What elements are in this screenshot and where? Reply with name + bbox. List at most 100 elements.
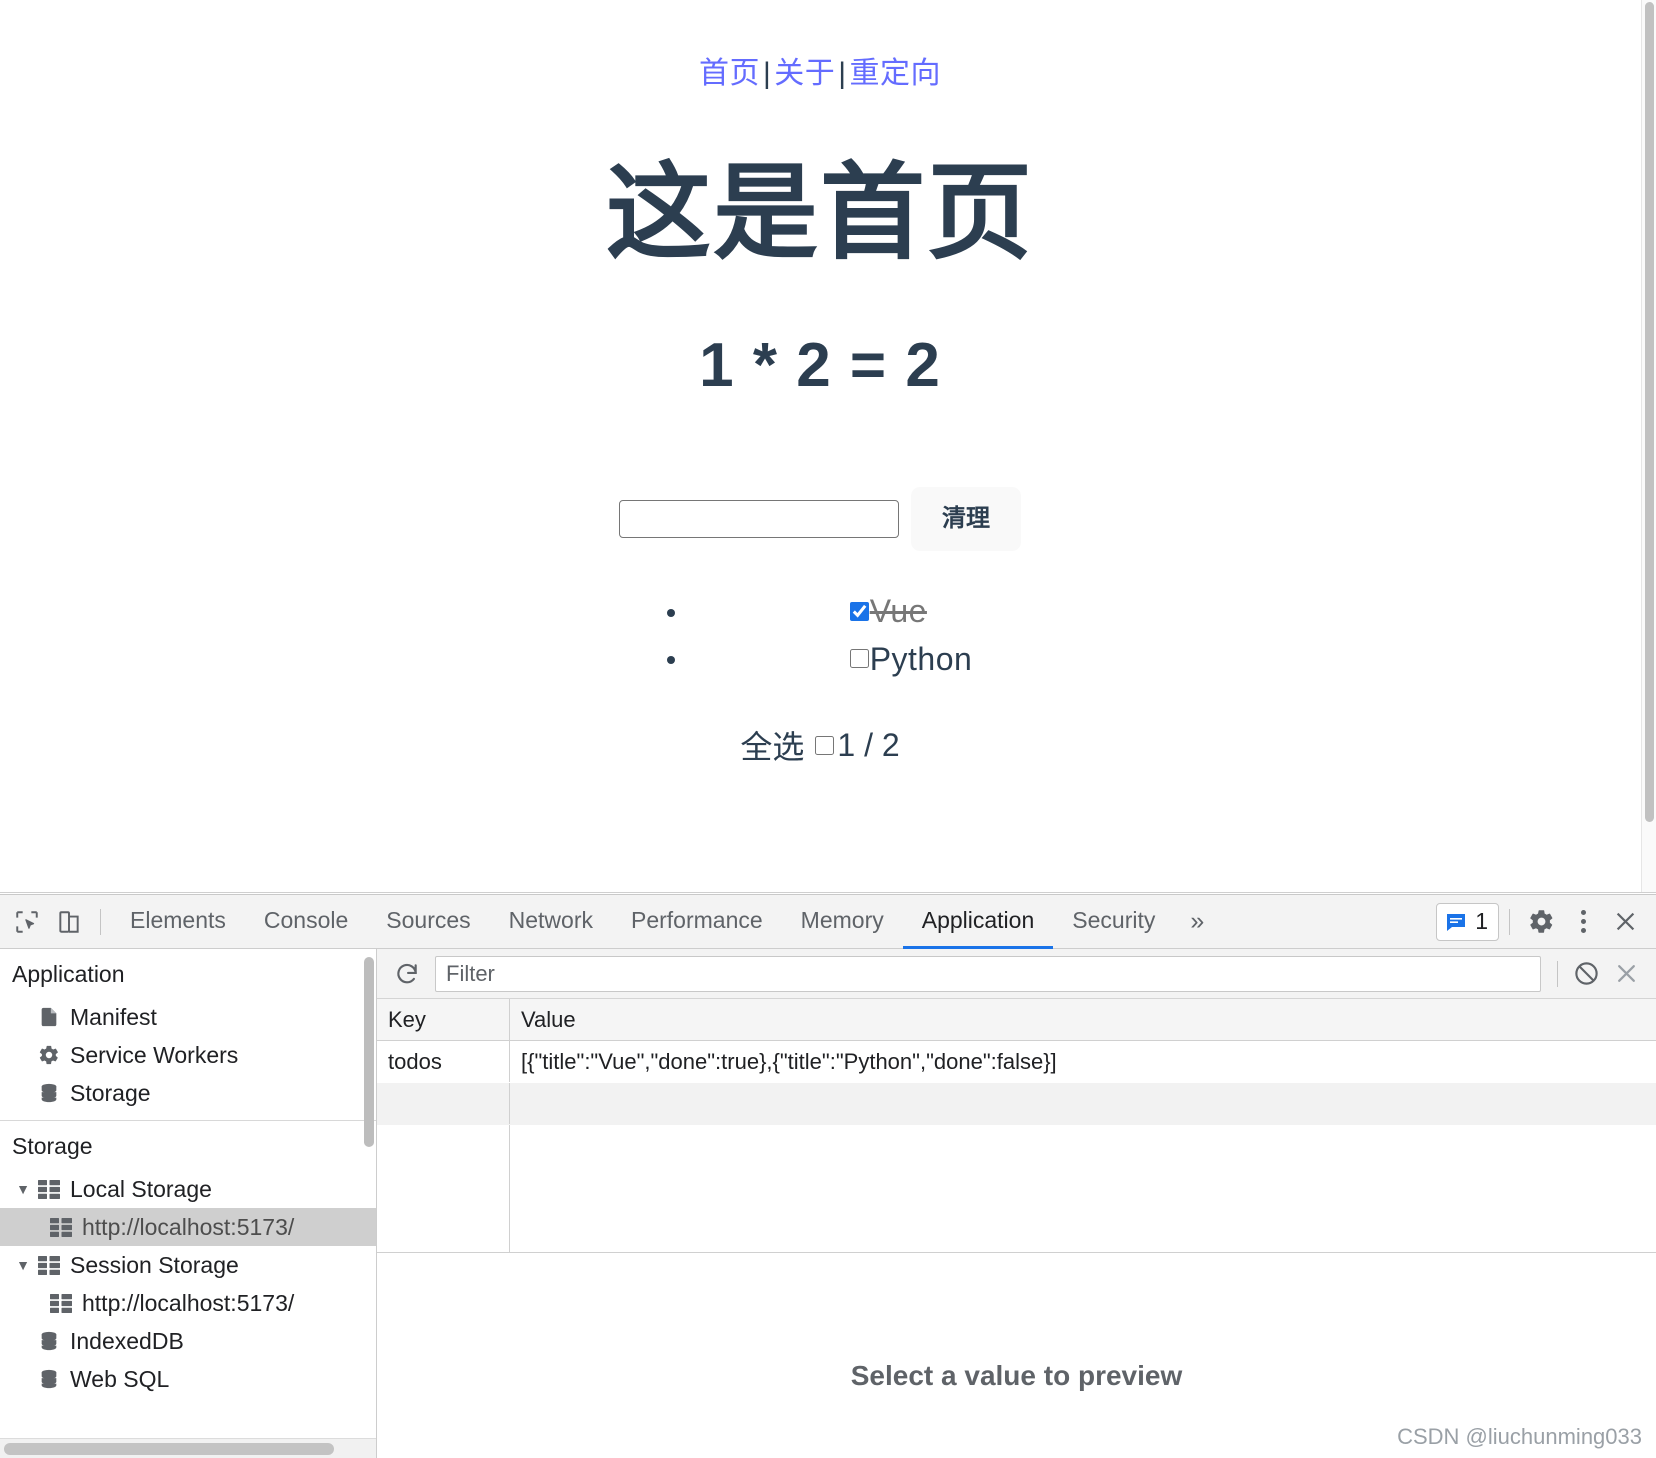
table-empty-area — [377, 1125, 1656, 1253]
database-icon — [34, 1082, 64, 1104]
table-row[interactable]: todos [{"title":"Vue","done":true},{"tit… — [377, 1041, 1656, 1083]
toolbar-divider-3 — [1557, 961, 1558, 987]
storage-panel: Key Value todos [{"title":"Vue","done":t… — [377, 949, 1656, 1458]
sidebar-header-application: Application — [0, 949, 376, 998]
page-scrollbar-thumb[interactable] — [1645, 2, 1654, 822]
sidebar-item-label: Local Storage — [64, 1176, 212, 1203]
list-item: Python — [690, 634, 973, 682]
select-all-label: 全选 — [740, 722, 804, 768]
table-empty-key-column — [377, 1125, 510, 1252]
sidebar-item-session-storage-origin[interactable]: http://localhost:5173/ — [0, 1284, 376, 1322]
device-toolbar-icon[interactable] — [48, 902, 90, 942]
sidebar-horizontal-scrollbar[interactable] — [0, 1438, 376, 1458]
preview-placeholder-message: Select a value to preview — [851, 1360, 1183, 1392]
gear-icon — [34, 1044, 64, 1066]
tab-sources[interactable]: Sources — [367, 895, 489, 949]
toolbar-divider — [100, 909, 101, 935]
page-vertical-scrollbar[interactable] — [1641, 0, 1656, 893]
table-empty-value-column — [510, 1125, 1656, 1252]
devtools-tab-list: Elements Console Sources Network Perform… — [111, 895, 1174, 949]
select-all-checkbox[interactable] — [815, 736, 834, 755]
filter-input[interactable] — [435, 956, 1541, 992]
sidebar-vertical-scrollbar[interactable] — [364, 957, 374, 1147]
column-header-key[interactable]: Key — [377, 999, 510, 1040]
devtools-toolbar-right: 1 — [1436, 902, 1650, 942]
clear-button[interactable]: 清理 — [911, 487, 1021, 551]
sidebar-item-indexeddb[interactable]: IndexedDB — [0, 1322, 376, 1360]
sidebar-item-label: http://localhost:5173/ — [76, 1214, 294, 1241]
todo-list: Vue Python — [668, 587, 973, 682]
tab-memory[interactable]: Memory — [782, 895, 903, 949]
sidebar-item-label: Service Workers — [64, 1042, 238, 1069]
devtools-tabbar: Elements Console Sources Network Perform… — [0, 895, 1656, 949]
database-icon — [34, 1330, 64, 1352]
watermark: CSDN @liuchunming033 — [1397, 1424, 1642, 1450]
tab-performance[interactable]: Performance — [612, 895, 782, 949]
sidebar-tree: Application Manifest — [0, 949, 376, 1438]
message-count-badge[interactable]: 1 — [1436, 903, 1499, 941]
todo-input[interactable] — [619, 500, 899, 538]
storage-key-value-table: Key Value todos [{"title":"Vue","done":t… — [377, 999, 1656, 1253]
table-row-empty[interactable] — [377, 1083, 1656, 1125]
chevron-down-icon[interactable]: ▼ — [12, 1257, 34, 1273]
devtools-panel: Elements Console Sources Network Perform… — [0, 894, 1656, 1458]
tab-application[interactable]: Application — [903, 895, 1054, 949]
database-icon — [34, 1368, 64, 1390]
table-icon — [34, 1180, 64, 1199]
inspect-element-icon[interactable] — [6, 902, 48, 942]
column-header-value[interactable]: Value — [510, 999, 1656, 1040]
todo-checkbox-python[interactable] — [850, 649, 869, 668]
devtools-body: Application Manifest — [0, 949, 1656, 1458]
clear-all-icon[interactable] — [1566, 955, 1606, 993]
todo-label-vue: Vue — [870, 588, 927, 634]
site-nav: 首页|关于|重定向 — [0, 56, 1640, 92]
sidebar-group-application: Application Manifest — [0, 949, 376, 1121]
sidebar-item-manifest[interactable]: Manifest — [0, 998, 376, 1036]
todo-checkbox-vue[interactable] — [850, 602, 869, 621]
sidebar-scrollbar-thumb[interactable] — [4, 1443, 334, 1455]
sidebar-item-local-storage-origin[interactable]: http://localhost:5173/ — [0, 1208, 376, 1246]
application-sidebar: Application Manifest — [0, 949, 377, 1458]
settings-gear-icon[interactable] — [1520, 902, 1562, 942]
sidebar-item-web-sql[interactable]: Web SQL — [0, 1360, 376, 1398]
nav-link-redirect[interactable]: 重定向 — [850, 57, 942, 90]
sidebar-item-label: Web SQL — [64, 1366, 169, 1393]
tab-network[interactable]: Network — [490, 895, 612, 949]
sidebar-item-storage[interactable]: Storage — [0, 1074, 376, 1112]
calculation-result: 1 * 2 = 2 — [0, 330, 1640, 401]
sidebar-item-session-storage[interactable]: ▼ Session Storage — [0, 1246, 376, 1284]
select-all-row: 全选 1 / 2 — [0, 722, 1640, 768]
tab-elements[interactable]: Elements — [111, 895, 245, 949]
todo-item-python[interactable]: Python — [850, 636, 973, 682]
sidebar-item-label: IndexedDB — [64, 1328, 184, 1355]
sidebar-item-label: Session Storage — [64, 1252, 239, 1279]
chevron-down-icon[interactable]: ▼ — [12, 1181, 34, 1197]
nav-link-home[interactable]: 首页 — [699, 57, 760, 90]
more-tabs-icon[interactable]: » — [1174, 907, 1220, 936]
page-content: 首页|关于|重定向 这是首页 1 * 2 = 2 清理 Vue Python — [0, 0, 1640, 893]
nav-separator-2: | — [835, 57, 849, 90]
sidebar-item-label: Storage — [64, 1080, 151, 1107]
storage-toolbar — [377, 949, 1656, 999]
todo-counter: 1 / 2 — [837, 727, 899, 764]
more-options-icon[interactable] — [1562, 902, 1604, 942]
table-header-row: Key Value — [377, 999, 1656, 1041]
todo-item-vue[interactable]: Vue — [850, 588, 927, 634]
sidebar-item-local-storage[interactable]: ▼ Local Storage — [0, 1170, 376, 1208]
delete-selected-icon[interactable] — [1606, 955, 1646, 993]
cell-value: [{"title":"Vue","done":true},{"title":"P… — [510, 1041, 1656, 1082]
sidebar-item-service-workers[interactable]: Service Workers — [0, 1036, 376, 1074]
table-icon — [46, 1294, 76, 1313]
sidebar-group-storage: Storage ▼ — [0, 1121, 376, 1406]
message-count: 1 — [1475, 908, 1488, 935]
tab-console[interactable]: Console — [245, 895, 367, 949]
refresh-icon[interactable] — [387, 955, 427, 993]
sidebar-item-label: Manifest — [64, 1004, 157, 1031]
browser-page-viewport: 首页|关于|重定向 这是首页 1 * 2 = 2 清理 Vue Python — [0, 0, 1656, 893]
table-icon — [46, 1218, 76, 1237]
list-item: Vue — [690, 587, 973, 635]
document-icon — [34, 1006, 64, 1028]
nav-link-about[interactable]: 关于 — [774, 57, 835, 90]
close-devtools-icon[interactable] — [1604, 902, 1646, 942]
tab-security[interactable]: Security — [1053, 895, 1174, 949]
